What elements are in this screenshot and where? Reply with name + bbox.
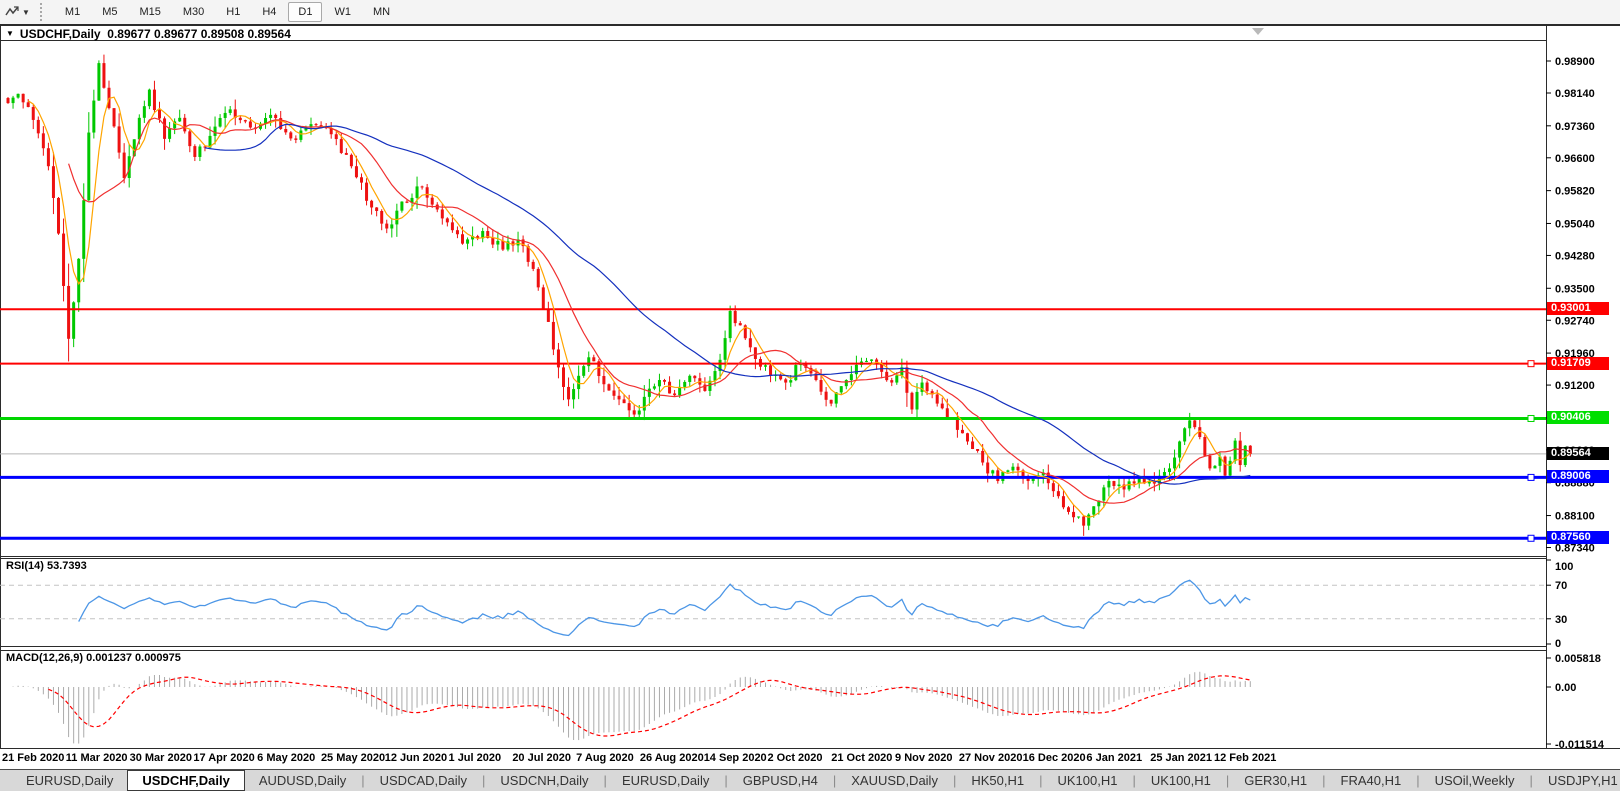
chart-tab-usdjpy-h1[interactable]: USDJPY,H1 bbox=[1534, 770, 1620, 791]
chart-tab-uk100-h1[interactable]: UK100,H1 bbox=[1043, 770, 1131, 791]
level-price-label: 0.91709 bbox=[1547, 357, 1609, 370]
svg-text:0.96600: 0.96600 bbox=[1555, 153, 1595, 165]
svg-text:0.92740: 0.92740 bbox=[1555, 315, 1595, 327]
macd-panel: 0.005818 0.00 -0.011514 bbox=[8, 653, 1605, 751]
svg-text:26 Aug 2020: 26 Aug 2020 bbox=[640, 752, 704, 764]
chart-tab-eurusd-daily[interactable]: EURUSD,Daily bbox=[608, 770, 723, 791]
ohlc-expand-icon[interactable]: ▼ bbox=[6, 29, 14, 38]
chart-shift-marker-icon[interactable] bbox=[1252, 28, 1264, 35]
chart-tab-hk50-h1[interactable]: HK50,H1 bbox=[957, 770, 1038, 791]
ohlc-close: 0.89564 bbox=[247, 27, 290, 41]
horizontal-levels[interactable] bbox=[0, 309, 1546, 541]
mt4-window: ▼ M1M5M15M30H1H4D1W1MN 0.989000.981400.9… bbox=[0, 0, 1620, 800]
chart-tab-usoil-weekly[interactable]: USOil,Weekly bbox=[1421, 770, 1529, 791]
level-drag-handle[interactable] bbox=[1528, 474, 1534, 480]
svg-text:70: 70 bbox=[1555, 580, 1567, 592]
level-price-label: 0.93001 bbox=[1547, 302, 1609, 315]
svg-text:30 Mar 2020: 30 Mar 2020 bbox=[130, 752, 192, 764]
ohlc-high: 0.89677 bbox=[154, 27, 197, 41]
svg-text:0.00: 0.00 bbox=[1555, 682, 1576, 694]
panel-frames bbox=[0, 25, 1620, 749]
chart-tab-uk100-h1[interactable]: UK100,H1 bbox=[1137, 770, 1225, 791]
svg-text:30: 30 bbox=[1555, 614, 1567, 626]
svg-text:27 Nov 2020: 27 Nov 2020 bbox=[959, 752, 1023, 764]
svg-text:11 Mar 2020: 11 Mar 2020 bbox=[66, 752, 128, 764]
chart-tab-usdcnh-daily[interactable]: USDCNH,Daily bbox=[486, 770, 602, 791]
svg-text:-0.011514: -0.011514 bbox=[1555, 739, 1605, 751]
svg-text:6 Jan 2021: 6 Jan 2021 bbox=[1086, 752, 1142, 764]
chart-tab-usdchf-daily[interactable]: USDCHF,Daily bbox=[127, 770, 244, 791]
svg-text:21 Oct 2020: 21 Oct 2020 bbox=[831, 752, 892, 764]
level-price-label: 0.89006 bbox=[1547, 470, 1609, 483]
level-price-label: 0.90406 bbox=[1547, 411, 1609, 424]
svg-text:17 Apr 2020: 17 Apr 2020 bbox=[193, 752, 254, 764]
svg-text:6 May 2020: 6 May 2020 bbox=[257, 752, 315, 764]
chart-title: ▼ USDCHF,Daily 0.89677 0.89677 0.89508 0.… bbox=[6, 27, 291, 40]
svg-text:0.005818: 0.005818 bbox=[1555, 653, 1601, 665]
rsi-panel: 100 70 30 0 bbox=[0, 560, 1573, 650]
svg-text:0.98900: 0.98900 bbox=[1555, 56, 1595, 68]
svg-text:25 May 2020: 25 May 2020 bbox=[321, 752, 385, 764]
rsi-line bbox=[79, 580, 1251, 635]
chart-tabs: EURUSD,DailyUSDCHF,DailyAUDUSD,Daily|USD… bbox=[0, 770, 1620, 791]
svg-text:0.91200: 0.91200 bbox=[1555, 380, 1595, 392]
current-price-label: 0.89564 bbox=[1547, 447, 1609, 460]
svg-text:0.97360: 0.97360 bbox=[1555, 121, 1595, 133]
svg-text:2 Oct 2020: 2 Oct 2020 bbox=[767, 752, 822, 764]
svg-text:12 Feb 2021: 12 Feb 2021 bbox=[1214, 752, 1276, 764]
chart-tab-eurusd-daily[interactable]: EURUSD,Daily bbox=[12, 770, 127, 791]
chart-tab-xauusd-daily[interactable]: XAUUSD,Daily bbox=[837, 770, 952, 791]
ma-medium-line bbox=[69, 118, 1251, 503]
candles-layer bbox=[7, 55, 1252, 536]
symbol-label: USDCHF,Daily bbox=[20, 27, 101, 41]
svg-text:100: 100 bbox=[1555, 561, 1573, 573]
svg-text:0.95040: 0.95040 bbox=[1555, 218, 1595, 230]
svg-text:12 Jun 2020: 12 Jun 2020 bbox=[385, 752, 447, 764]
svg-text:0.87340: 0.87340 bbox=[1555, 543, 1595, 555]
svg-text:7 Aug 2020: 7 Aug 2020 bbox=[576, 752, 634, 764]
level-drag-handle[interactable] bbox=[1528, 415, 1534, 421]
svg-text:0: 0 bbox=[1555, 638, 1561, 650]
chart-tab-gbpusd-h4[interactable]: GBPUSD,H4 bbox=[729, 770, 832, 791]
svg-text:25 Jan 2021: 25 Jan 2021 bbox=[1150, 752, 1212, 764]
svg-text:20 Jul 2020: 20 Jul 2020 bbox=[512, 752, 571, 764]
svg-text:14 Sep 2020: 14 Sep 2020 bbox=[704, 752, 767, 764]
rsi-indicator-label: RSI(14) 53.7393 bbox=[6, 560, 87, 572]
svg-text:0.98140: 0.98140 bbox=[1555, 88, 1595, 100]
chart-tab-usdcad-daily[interactable]: USDCAD,Daily bbox=[366, 770, 481, 791]
svg-text:0.88100: 0.88100 bbox=[1555, 511, 1595, 523]
ohlc-low: 0.89508 bbox=[201, 27, 244, 41]
chart-tab-ger30-h1[interactable]: GER30,H1 bbox=[1230, 770, 1321, 791]
level-drag-handle[interactable] bbox=[1528, 361, 1534, 367]
date-axis: 21 Feb 202011 Mar 202030 Mar 202017 Apr … bbox=[2, 752, 1276, 764]
chart-canvas[interactable]: 0.98900 0.98140 0.97360 0.96600 0.95820 0.950… bbox=[0, 0, 1620, 769]
svg-text:0.93500: 0.93500 bbox=[1555, 283, 1595, 295]
svg-text:1 Jul 2020: 1 Jul 2020 bbox=[449, 752, 502, 764]
svg-text:9 Nov 2020: 9 Nov 2020 bbox=[895, 752, 952, 764]
chart-tab-audusd-daily[interactable]: AUDUSD,Daily bbox=[245, 770, 360, 791]
chart-tab-fra40-h1[interactable]: FRA40,H1 bbox=[1327, 770, 1416, 791]
svg-text:21 Feb 2020: 21 Feb 2020 bbox=[2, 752, 64, 764]
ohlc-open: 0.89677 bbox=[107, 27, 150, 41]
level-drag-handle[interactable] bbox=[1528, 535, 1534, 541]
macd-indicator-label: MACD(12,26,9) 0.001237 0.000975 bbox=[6, 652, 181, 664]
svg-text:0.95820: 0.95820 bbox=[1555, 186, 1595, 198]
svg-text:0.94280: 0.94280 bbox=[1555, 250, 1595, 262]
chart-tab-bar: EURUSD,DailyUSDCHF,DailyAUDUSD,Daily|USD… bbox=[0, 769, 1620, 791]
svg-text:16 Dec 2020: 16 Dec 2020 bbox=[1023, 752, 1086, 764]
level-price-label: 0.87560 bbox=[1547, 531, 1609, 544]
